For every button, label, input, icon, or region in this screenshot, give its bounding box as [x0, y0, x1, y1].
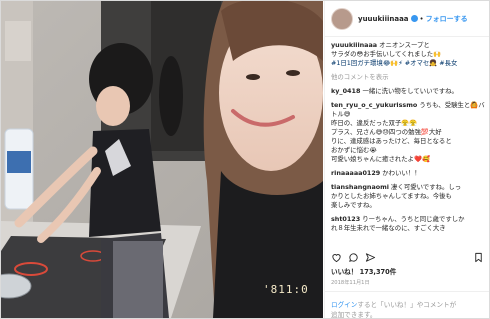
- comment-username[interactable]: sht0123: [331, 215, 360, 223]
- kitchen-selfie-image: [1, 1, 323, 318]
- load-more-comments-link[interactable]: 他のコメントを表示: [331, 73, 486, 82]
- post-date: 2018年11月1日: [331, 280, 370, 286]
- follow-button[interactable]: フォローする: [426, 14, 468, 24]
- post-header: yuuukiiinaaa • フォローする: [325, 1, 489, 37]
- comments-list[interactable]: yuuukiiinaaa オニオンスープと サラダの😳お手伝いしてくれました🙌 …: [331, 41, 486, 247]
- verified-badge-icon: [410, 15, 418, 22]
- instagram-post: '811:0 yuuukiiinaaa • フォローする yuuukiiinaa…: [0, 0, 490, 319]
- comment-text: かわいい！！: [382, 169, 421, 177]
- like-heart-icon[interactable]: [331, 252, 342, 263]
- caption: yuuukiiinaaa オニオンスープと サラダの😳お手伝いしてくれました🙌 …: [331, 41, 486, 68]
- comment-bubble-icon[interactable]: [348, 252, 359, 263]
- login-link[interactable]: ログイン: [331, 301, 357, 309]
- comment-item: ten_ryu_o_c_yukurissmo うちも、受験生と🙆バトル😅 昨日の…: [331, 101, 486, 164]
- post-photo: '811:0: [1, 1, 323, 318]
- comment-username[interactable]: ky_0418: [331, 87, 360, 95]
- caption-hashtags[interactable]: #1日1回ガチ環境😂🙌⚡ #オマセ👧 #長女: [331, 59, 457, 67]
- comment-item: tianshangnaomi 凄く可愛いですね。しっ かりとしたお姉ちゃんしてま…: [331, 183, 486, 210]
- comment-item: rinaaaaa0129 かわいい！！: [331, 169, 486, 178]
- comment-username[interactable]: rinaaaaa0129: [331, 169, 380, 177]
- comment-username[interactable]: tianshangnaomi: [331, 183, 389, 191]
- comment-item: ky_0418 一緒に洗い物をしていいですね。: [331, 87, 486, 96]
- caption-username[interactable]: yuuukiiinaaa: [331, 41, 377, 49]
- comment-text: うちも、受験生と🙆バトル😅 昨日の、違反だった双子😤😤 プラス、兄さん😅😓四つの…: [331, 101, 485, 163]
- share-icon[interactable]: [365, 252, 376, 263]
- add-comment-section: ログインすると「いいね！」やコメントが 追加できます。: [325, 291, 489, 318]
- comment-username[interactable]: ten_ryu_o_c_yukurissmo: [331, 101, 417, 109]
- comment-text: 一緒に洗い物をしていいですね。: [362, 87, 458, 95]
- avatar[interactable]: [331, 7, 353, 30]
- post-username[interactable]: yuuukiiinaaa: [358, 15, 409, 23]
- photo-timestamp-overlay: '811:0: [263, 283, 309, 296]
- separator-dot: •: [419, 14, 424, 23]
- bookmark-icon[interactable]: [473, 252, 484, 263]
- post-detail-panel: yuuukiiinaaa • フォローする yuuukiiinaaa オニオンス…: [324, 1, 489, 318]
- likes-label: いいね！: [331, 268, 358, 276]
- likes-count[interactable]: いいね！ 173,370件: [331, 266, 396, 276]
- likes-number: 173,370件: [359, 268, 397, 276]
- comment-item: sht0123 りーちゃん、うちと同じ歳ですしか れ８年生未れで一緒なのに、すご…: [331, 215, 486, 233]
- action-bar: [331, 250, 484, 264]
